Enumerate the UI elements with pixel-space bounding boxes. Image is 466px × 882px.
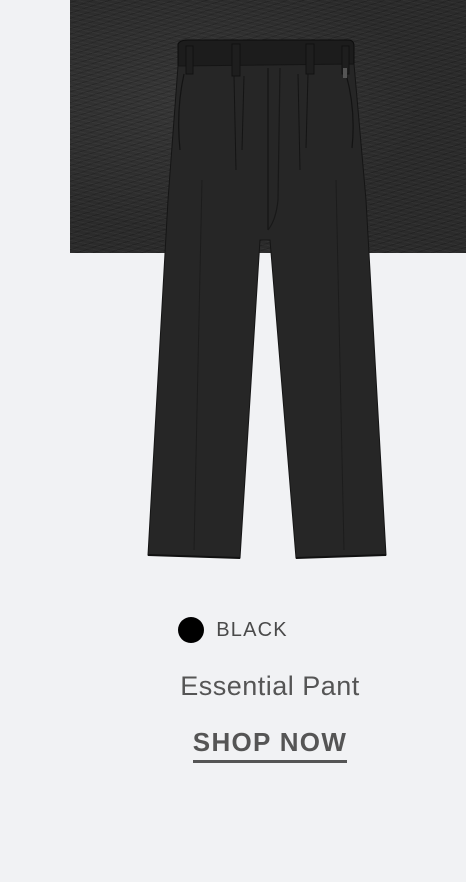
shop-now-container: SHOP NOW: [0, 727, 466, 763]
color-label: BLACK: [216, 618, 288, 641]
color-variant[interactable]: BLACK: [0, 617, 466, 643]
shop-now-link[interactable]: SHOP NOW: [192, 727, 348, 763]
product-image[interactable]: [140, 30, 400, 570]
product-name: Essential Pant: [180, 671, 360, 701]
color-swatch-dot[interactable]: [178, 617, 205, 643]
